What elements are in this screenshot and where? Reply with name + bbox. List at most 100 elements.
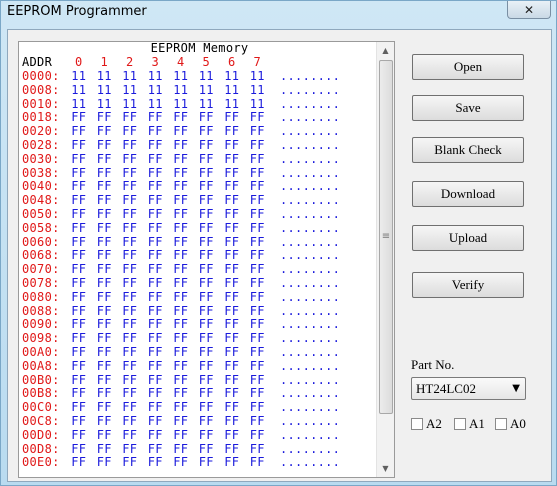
byte-cell: FF <box>224 124 240 139</box>
byte-cell: FF <box>173 124 189 139</box>
blank-check-button[interactable]: Blank Check <box>412 137 524 163</box>
byte-cell: FF <box>96 289 112 304</box>
memory-view[interactable]: EEPROM Memory ADDR 0 1 2 3 4 5 6 7 0000:… <box>18 41 395 478</box>
part-no-select[interactable]: HT24LC02 ▼ <box>411 377 526 400</box>
byte-cell: FF <box>71 455 87 470</box>
byte-cell: FF <box>224 165 240 180</box>
byte-cell: FF <box>147 400 163 415</box>
checkbox-a2[interactable]: A2 <box>411 416 442 432</box>
byte-cell: FF <box>224 179 240 194</box>
ascii-cell: ........ <box>280 96 341 111</box>
byte-cell: 11 <box>147 82 163 97</box>
byte-cell: FF <box>198 400 214 415</box>
scroll-down-button[interactable]: ▼ <box>377 460 394 477</box>
row-address: 00E0: <box>22 455 60 470</box>
byte-cell: FF <box>122 289 138 304</box>
memory-row: 00A8: FF FF FF FF FF FF FF FF........ <box>22 359 373 374</box>
checkbox-box[interactable] <box>411 418 423 430</box>
byte-cell: FF <box>249 289 265 304</box>
byte-cell: 11 <box>96 82 112 97</box>
byte-cell: FF <box>224 455 240 470</box>
checkbox-label: A2 <box>426 416 442 431</box>
row-address: 0028: <box>22 137 60 152</box>
checkbox-label: A1 <box>469 416 485 431</box>
byte-cell: FF <box>173 220 189 235</box>
row-address: 0088: <box>22 303 60 318</box>
byte-cell: FF <box>122 110 138 125</box>
byte-cell: FF <box>173 193 189 208</box>
byte-cell: FF <box>122 124 138 139</box>
byte-cell: FF <box>173 344 189 359</box>
row-address: 00A0: <box>22 344 60 359</box>
byte-cell: 11 <box>71 82 87 97</box>
byte-cell: FF <box>71 441 87 456</box>
byte-cell: FF <box>96 386 112 401</box>
ascii-cell: ........ <box>280 206 341 221</box>
byte-cell: FF <box>224 262 240 277</box>
byte-cell: FF <box>224 248 240 263</box>
byte-cell: FF <box>147 165 163 180</box>
ascii-cell: ........ <box>280 317 341 332</box>
byte-cell: FF <box>198 413 214 428</box>
memory-row: 0038: FF FF FF FF FF FF FF FF........ <box>22 165 373 181</box>
download-button[interactable]: Download <box>412 181 524 207</box>
byte-cell: FF <box>198 262 214 277</box>
byte-cell: FF <box>224 206 240 221</box>
vertical-scrollbar[interactable]: ▲ ≡ ▼ <box>376 42 394 477</box>
byte-cell: FF <box>198 331 214 346</box>
ascii-cell: ........ <box>280 331 341 346</box>
ascii-cell: ........ <box>280 137 341 152</box>
save-button[interactable]: Save <box>412 95 524 121</box>
row-address: 0000: <box>22 69 60 83</box>
app-window: EEPROM Programmer ✕ EEPROM Memory ADDR 0… <box>0 0 557 486</box>
byte-cell: FF <box>198 344 214 359</box>
open-button[interactable]: Open <box>412 54 524 80</box>
byte-cell: FF <box>173 427 189 442</box>
byte-cell: FF <box>249 124 265 139</box>
scroll-up-button[interactable]: ▲ <box>377 42 394 59</box>
ascii-cell: ........ <box>280 165 341 180</box>
byte-cell: FF <box>198 427 214 442</box>
ascii-cell: ........ <box>280 413 341 428</box>
column-header: 6 <box>227 55 236 69</box>
scroll-thumb[interactable]: ≡ <box>379 60 393 414</box>
byte-cell: FF <box>147 110 163 125</box>
memory-row: 0020: FF FF FF FF FF FF FF FF........ <box>22 124 373 139</box>
memory-row: 0010: 11 11 11 11 11 11 11 11........ <box>22 96 373 112</box>
memory-row: 0000: 11 11 11 11 11 11 11 11........ <box>22 69 373 84</box>
byte-cell: FF <box>71 151 87 166</box>
verify-button[interactable]: Verify <box>412 272 524 298</box>
byte-cell: FF <box>147 303 163 318</box>
byte-cell: FF <box>173 441 189 456</box>
byte-cell: 11 <box>122 82 138 97</box>
checkbox-box[interactable] <box>495 418 507 430</box>
ascii-cell: ........ <box>280 234 341 249</box>
upload-button[interactable]: Upload <box>412 225 524 251</box>
checkbox-a1[interactable]: A1 <box>454 416 485 432</box>
memory-row: 00C0: FF FF FF FF FF FF FF FF........ <box>22 400 373 415</box>
ascii-cell: ........ <box>280 441 341 456</box>
close-button[interactable]: ✕ <box>507 1 551 19</box>
byte-cell: FF <box>249 234 265 249</box>
column-header: 5 <box>202 55 211 69</box>
byte-cell: FF <box>224 275 240 290</box>
byte-cell: FF <box>224 220 240 235</box>
byte-cell: FF <box>173 179 189 194</box>
byte-cell: FF <box>173 386 189 401</box>
byte-cell: 11 <box>173 82 189 97</box>
checkbox-a0[interactable]: A0 <box>495 416 526 432</box>
byte-cell: FF <box>224 317 240 332</box>
byte-cell: FF <box>147 193 163 208</box>
column-header: 0 <box>74 55 83 69</box>
memory-header-row: ADDR 0 1 2 3 4 5 6 7 <box>22 55 373 70</box>
byte-cell: FF <box>173 317 189 332</box>
checkbox-box[interactable] <box>454 418 466 430</box>
ascii-cell: ........ <box>280 289 341 304</box>
byte-cell: FF <box>224 303 240 318</box>
byte-cell: 11 <box>122 69 138 83</box>
memory-row: 0040: FF FF FF FF FF FF FF FF........ <box>22 180 373 194</box>
byte-cell: FF <box>71 427 87 442</box>
memory-row: 0098: FF FF FF FF FF FF FF FF........ <box>22 331 373 346</box>
ascii-cell: ........ <box>280 344 341 359</box>
byte-cell: FF <box>122 220 138 235</box>
